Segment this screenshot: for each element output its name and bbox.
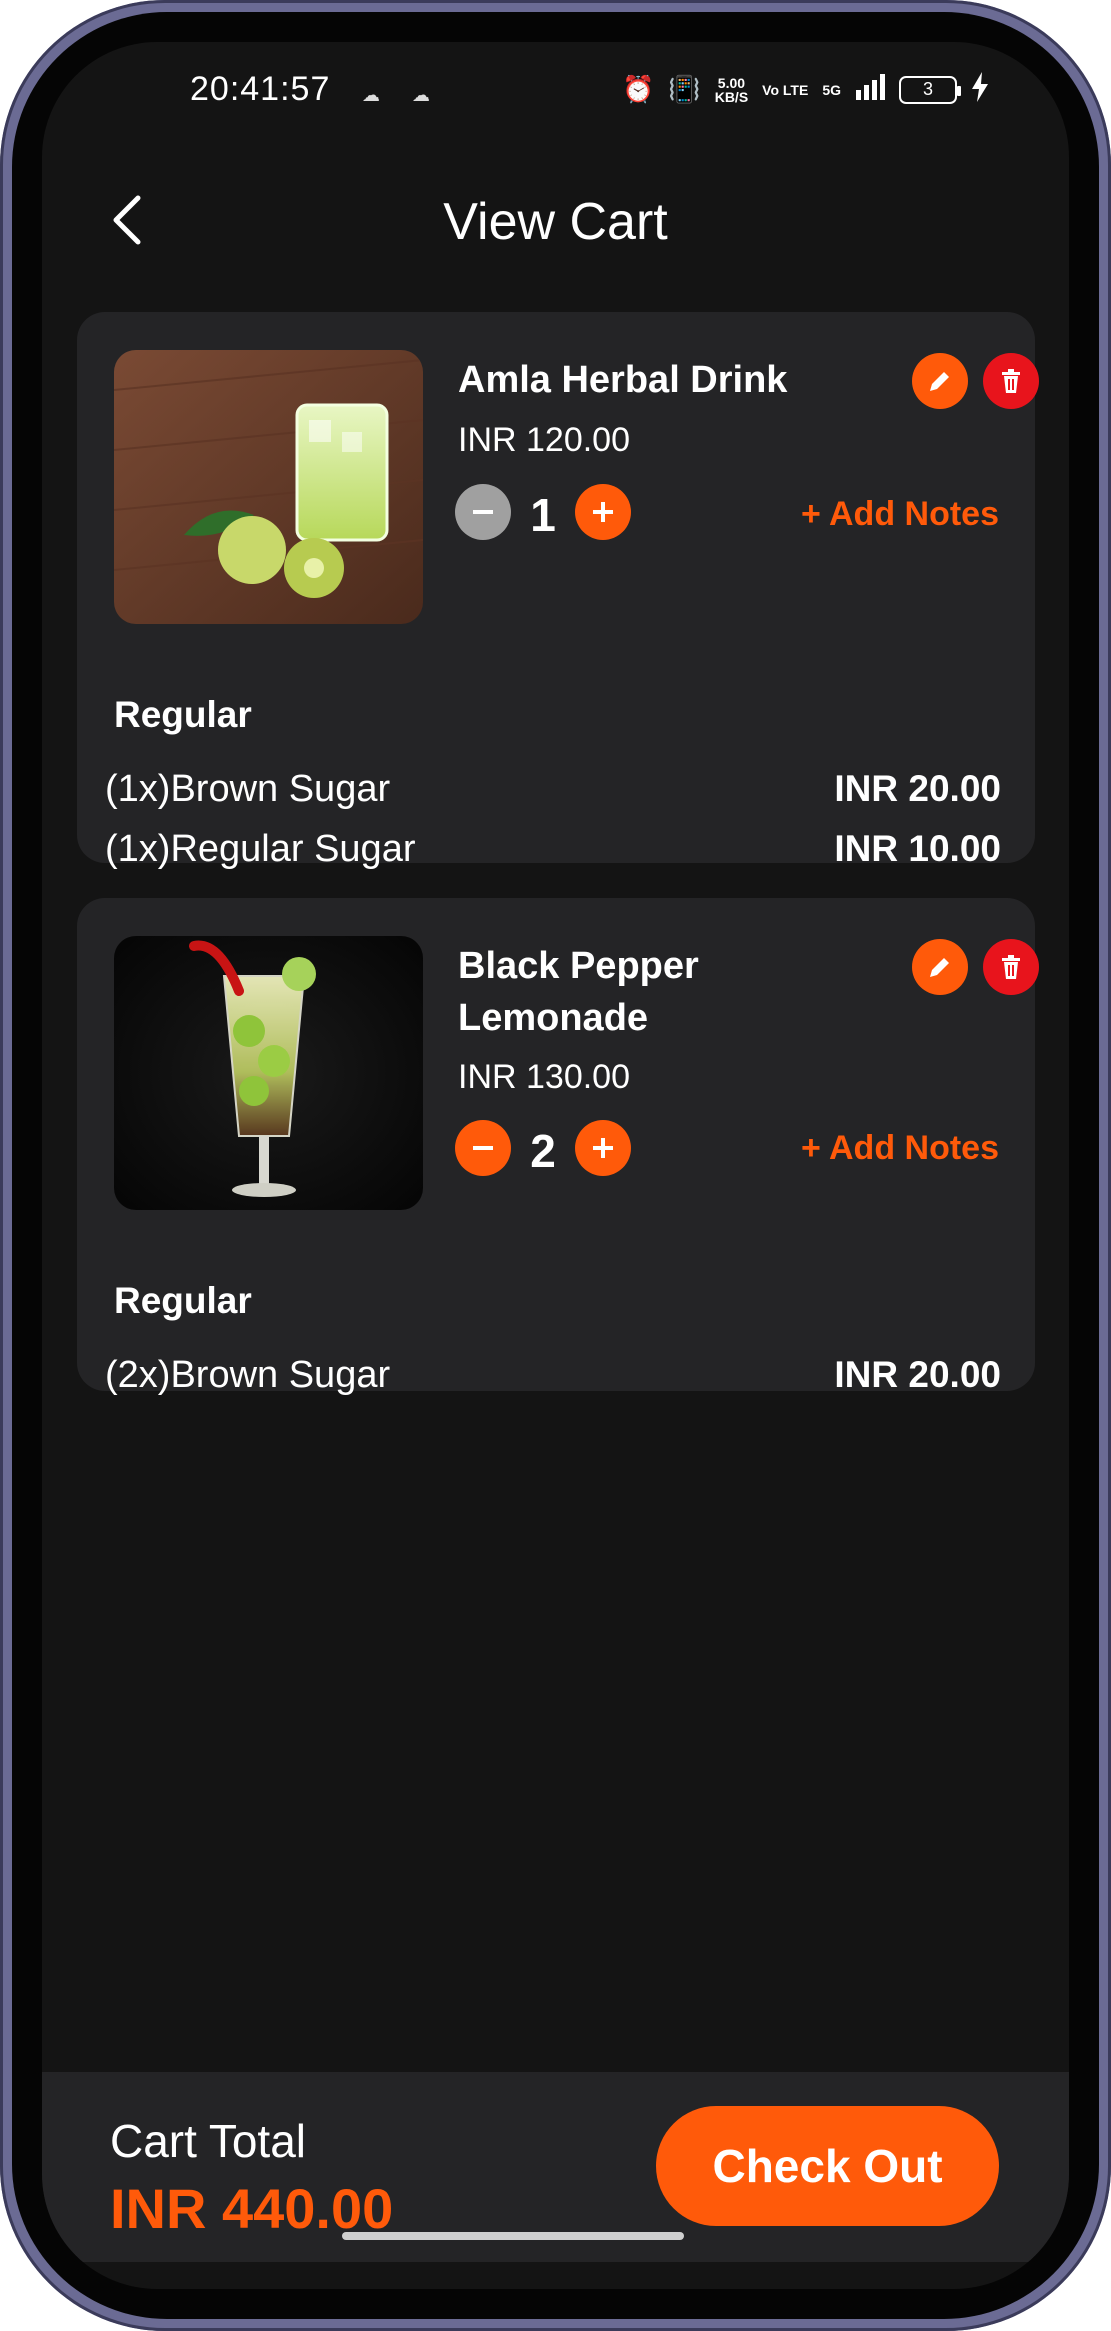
addon-name: (2x)Brown Sugar [105,1354,391,1396]
page-title: View Cart [443,193,668,251]
variant-label: Regular [114,694,252,735]
battery-icon: 3 [899,75,961,104]
edit-button[interactable] [912,353,968,409]
decrease-quantity-button[interactable] [455,484,511,540]
volte-indicator: Vo LTE [762,81,809,98]
cart-item-card: Amla Herbal Drink INR 120.00 1 + Add Not… [77,312,1039,870]
product-image [114,350,423,624]
alarm-icon: ⏰ [621,74,655,104]
addon-price: INR 10.00 [834,828,1001,869]
status-bar: 20:41:57 ☁ ☁ ⏰ 📳 5.00 KB/S Vo LTE 5G 3 [42,42,1069,124]
product-image [114,936,423,1210]
product-price: INR 120.00 [458,421,630,459]
increase-quantity-button[interactable] [575,484,631,540]
home-indicator[interactable] [342,2232,684,2240]
delete-button[interactable] [983,939,1039,995]
checkout-button[interactable]: Check Out [656,2106,999,2226]
addon-name: (1x)Regular Sugar [105,828,416,870]
plus-icon [593,502,613,522]
variant-label: Regular [114,1280,252,1321]
minus-icon [473,1146,493,1150]
product-name: Black Pepper Lemonade [458,945,699,1039]
network-speed: 5.00 KB/S [714,74,749,105]
product-name: Amla Herbal Drink [458,359,788,401]
add-notes-link[interactable]: + Add Notes [801,495,999,534]
cart-total-label: Cart Total [110,2115,307,2167]
vibrate-icon: 📳 [668,74,701,104]
charging-icon [971,72,989,107]
quantity-value: 2 [530,1125,556,1177]
delete-button[interactable] [983,353,1039,409]
plus-icon [593,1138,613,1158]
signal-icon [855,74,885,105]
increase-quantity-button[interactable] [575,1120,631,1176]
pencil-icon [930,372,949,391]
add-notes-link[interactable]: + Add Notes [801,1129,999,1168]
product-price: INR 130.00 [458,1058,630,1096]
app-screen: 20:41:57 ☁ ☁ ⏰ 📳 5.00 KB/S Vo LTE 5G 3 V… [42,42,1069,2289]
decrease-quantity-button[interactable] [455,1120,511,1176]
addon-name: (1x)Brown Sugar [105,768,391,810]
cloud-icon: ☁ [362,85,380,105]
trash-icon [1002,955,1020,979]
addon-price: INR 20.00 [834,1354,1001,1395]
minus-icon [473,510,493,514]
network-type: 5G [822,81,841,98]
edit-button[interactable] [912,939,968,995]
quantity-value: 1 [530,489,556,541]
trash-icon [1002,369,1020,393]
status-icons: ⏰ 📳 5.00 KB/S Vo LTE 5G 3 [622,72,989,107]
pencil-icon [930,958,949,977]
cloud-icon: ☁ [412,85,430,105]
cart-item-card: Black Pepper Lemonade INR 130.00 2 + Add… [77,898,1039,1396]
addon-price: INR 20.00 [834,768,1001,809]
status-time: 20:41:57 [190,70,331,108]
